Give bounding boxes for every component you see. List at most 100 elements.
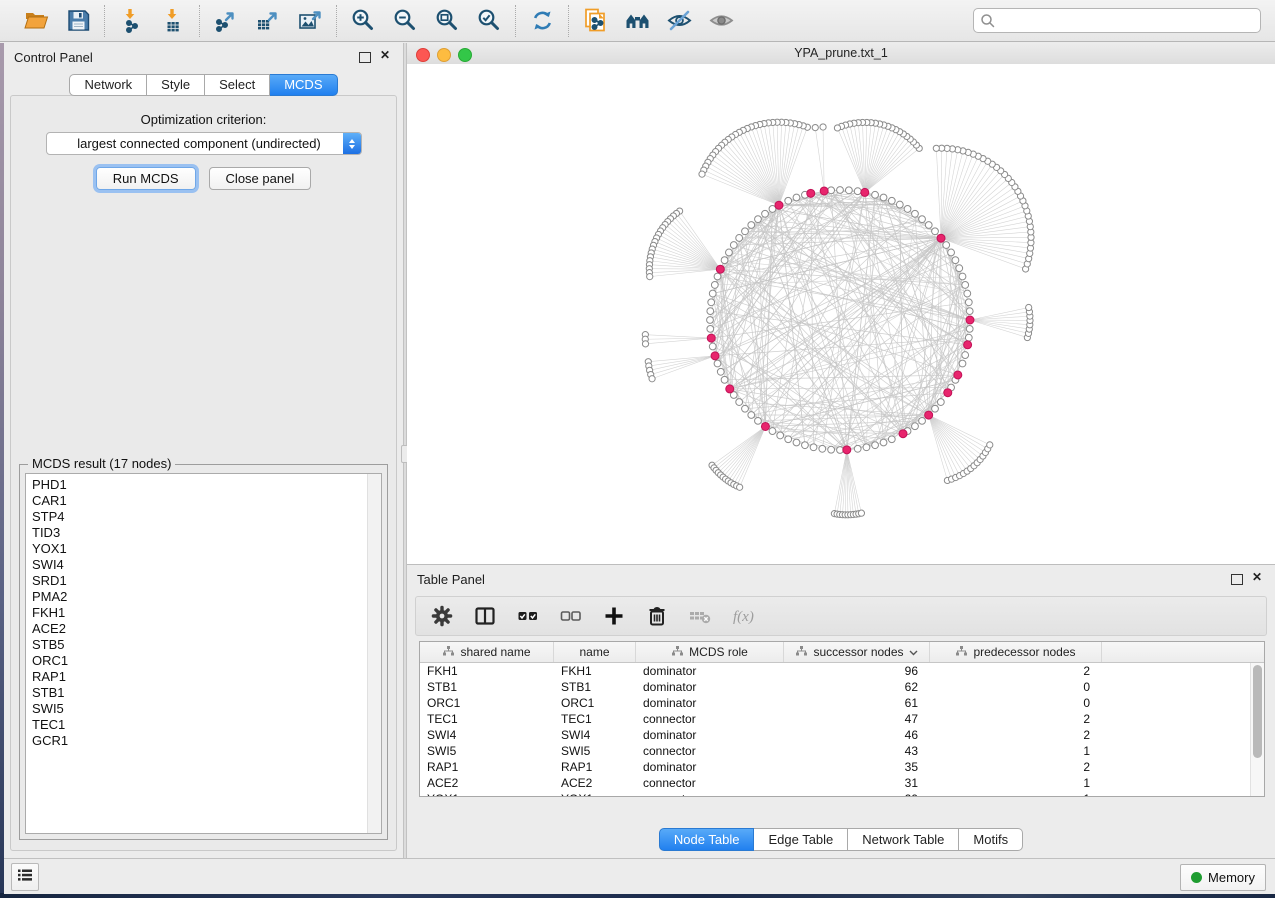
close-table-panel-icon[interactable]: ✕ (1252, 570, 1262, 584)
mcds-result-node[interactable]: SWI4 (32, 557, 363, 573)
mcds-result-node[interactable]: CAR1 (32, 493, 363, 509)
close-panel-button[interactable]: Close panel (209, 167, 312, 190)
tab-network[interactable]: Network (69, 74, 147, 96)
cell-name[interactable]: STB1 (554, 679, 636, 695)
mcds-result-node[interactable]: TID3 (32, 525, 363, 541)
table-row[interactable]: SWI4SWI4dominator462 (420, 727, 1264, 743)
cell-successor-nodes[interactable]: 96 (784, 663, 930, 679)
cell-MCDS-role[interactable]: connector (636, 743, 784, 759)
network-canvas[interactable] (407, 64, 1275, 564)
mcds-result-node[interactable]: RAP1 (32, 669, 363, 685)
cell-successor-nodes[interactable]: 61 (784, 695, 930, 711)
cell-name[interactable]: TEC1 (554, 711, 636, 727)
cell-shared-name[interactable]: RAP1 (420, 759, 554, 775)
show-all-button[interactable] (707, 7, 735, 35)
cell-successor-nodes[interactable]: 43 (784, 743, 930, 759)
zoom-in-button[interactable] (349, 7, 377, 35)
cell-name[interactable]: RAP1 (554, 759, 636, 775)
cell-shared-name[interactable]: ORC1 (420, 695, 554, 711)
table-settings-button[interactable] (429, 603, 455, 629)
cell-successor-nodes[interactable]: 62 (784, 679, 930, 695)
criterion-select[interactable]: largest connected component (undirected) (46, 132, 362, 155)
new-network-from-selection-button[interactable] (581, 7, 609, 35)
cell-shared-name[interactable]: STB1 (420, 679, 554, 695)
export-image-button[interactable] (296, 7, 324, 35)
cell-shared-name[interactable]: ACE2 (420, 775, 554, 791)
cell-MCDS-role[interactable]: dominator (636, 695, 784, 711)
cell-successor-nodes[interactable]: 35 (784, 759, 930, 775)
network-graph[interactable] (407, 64, 1275, 564)
select-all-rows-button[interactable] (515, 603, 541, 629)
cell-predecessor-nodes[interactable]: 1 (930, 791, 1102, 797)
export-network-button[interactable] (212, 7, 240, 35)
cell-name[interactable]: SWI5 (554, 743, 636, 759)
table-row[interactable]: STB1STB1dominator620 (420, 679, 1264, 695)
import-network-button[interactable] (117, 7, 145, 35)
tab-select[interactable]: Select (205, 74, 270, 96)
cell-predecessor-nodes[interactable]: 0 (930, 695, 1102, 711)
add-column-button[interactable] (601, 603, 627, 629)
cell-successor-nodes[interactable]: 31 (784, 775, 930, 791)
save-session-button[interactable] (64, 7, 92, 35)
mcds-result-node[interactable]: PHD1 (32, 477, 363, 493)
mcds-result-node[interactable]: STB1 (32, 685, 363, 701)
mcds-result-node[interactable]: ACE2 (32, 621, 363, 637)
close-panel-icon[interactable]: ✕ (380, 48, 390, 62)
open-session-button[interactable] (22, 7, 50, 35)
cell-predecessor-nodes[interactable]: 2 (930, 759, 1102, 775)
column-header-name[interactable]: name (554, 642, 636, 662)
table-row[interactable]: YOX1YOX1connector291 (420, 791, 1264, 797)
tab-network-table[interactable]: Network Table (848, 828, 959, 851)
toggle-panel-layout-button[interactable] (472, 603, 498, 629)
mcds-result-node[interactable]: STP4 (32, 509, 363, 525)
hide-selected-button[interactable] (665, 7, 693, 35)
table-row[interactable]: ACE2ACE2connector311 (420, 775, 1264, 791)
table-row[interactable]: TEC1TEC1connector472 (420, 711, 1264, 727)
mcds-result-node[interactable]: PMA2 (32, 589, 363, 605)
delete-column-button[interactable] (644, 603, 670, 629)
cell-name[interactable]: FKH1 (554, 663, 636, 679)
mcds-result-node[interactable]: GCR1 (32, 733, 363, 749)
search-input[interactable] (973, 8, 1261, 33)
show-panels-list-button[interactable] (11, 863, 39, 891)
cell-shared-name[interactable]: SWI5 (420, 743, 554, 759)
column-header-predecessor-nodes[interactable]: predecessor nodes (930, 642, 1102, 662)
first-neighbors-button[interactable] (623, 7, 651, 35)
run-mcds-button[interactable]: Run MCDS (96, 167, 196, 190)
zoom-fit-button[interactable] (433, 7, 461, 35)
cell-MCDS-role[interactable]: dominator (636, 663, 784, 679)
cell-predecessor-nodes[interactable]: 0 (930, 679, 1102, 695)
mcds-result-node[interactable]: TEC1 (32, 717, 363, 733)
cell-MCDS-role[interactable]: dominator (636, 679, 784, 695)
cell-name[interactable]: YOX1 (554, 791, 636, 797)
mcds-result-node[interactable]: SRD1 (32, 573, 363, 589)
cell-MCDS-role[interactable]: dominator (636, 759, 784, 775)
table-scrollbar[interactable] (1250, 663, 1264, 796)
zoom-out-button[interactable] (391, 7, 419, 35)
column-header-MCDS-role[interactable]: MCDS role (636, 642, 784, 662)
cell-shared-name[interactable]: YOX1 (420, 791, 554, 797)
table-row[interactable]: RAP1RAP1dominator352 (420, 759, 1264, 775)
mcds-result-node[interactable]: STB5 (32, 637, 363, 653)
mcds-result-node[interactable]: FKH1 (32, 605, 363, 621)
table-row[interactable]: FKH1FKH1dominator962 (420, 663, 1264, 679)
cell-MCDS-role[interactable]: connector (636, 775, 784, 791)
table-row[interactable]: SWI5SWI5connector431 (420, 743, 1264, 759)
column-header-shared-name[interactable]: shared name (420, 642, 554, 662)
cell-successor-nodes[interactable]: 29 (784, 791, 930, 797)
cell-predecessor-nodes[interactable]: 1 (930, 775, 1102, 791)
cell-predecessor-nodes[interactable]: 2 (930, 727, 1102, 743)
cell-predecessor-nodes[interactable]: 1 (930, 743, 1102, 759)
table-row[interactable]: ORC1ORC1dominator610 (420, 695, 1264, 711)
tab-node-table[interactable]: Node Table (659, 828, 755, 851)
cell-predecessor-nodes[interactable]: 2 (930, 663, 1102, 679)
mcds-result-list[interactable]: PHD1CAR1STP4TID3YOX1SWI4SRD1PMA2FKH1ACE2… (25, 473, 382, 834)
mcds-result-node[interactable]: ORC1 (32, 653, 363, 669)
result-list-scrollbar[interactable] (367, 474, 381, 833)
tab-motifs[interactable]: Motifs (959, 828, 1023, 851)
cell-successor-nodes[interactable]: 46 (784, 727, 930, 743)
cell-predecessor-nodes[interactable]: 2 (930, 711, 1102, 727)
cell-shared-name[interactable]: SWI4 (420, 727, 554, 743)
cell-MCDS-role[interactable]: connector (636, 711, 784, 727)
cell-MCDS-role[interactable]: connector (636, 791, 784, 797)
